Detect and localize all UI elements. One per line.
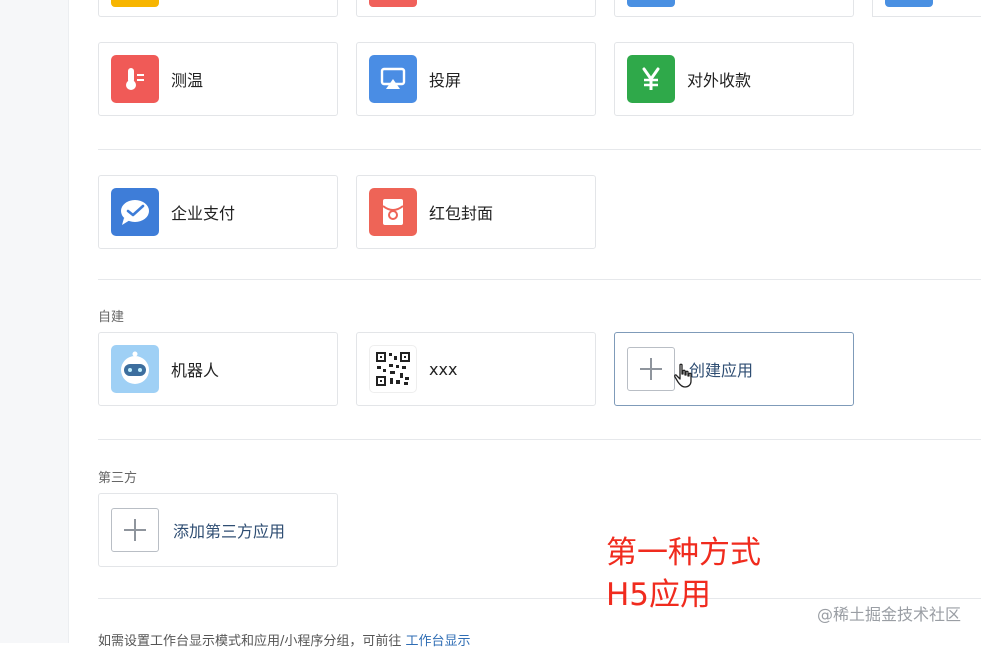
hand-cursor-icon xyxy=(674,363,694,393)
app-card-robot[interactable]: 机器人 xyxy=(98,332,338,406)
app-icon-partial xyxy=(369,0,417,7)
annotation-line-2: H5应用 xyxy=(606,577,712,613)
app-label: xxx xyxy=(429,359,458,379)
app-card-red-packet-cover[interactable]: 红包封面 xyxy=(356,175,596,249)
app-label: 对外收款 xyxy=(687,71,752,90)
app-icon-partial xyxy=(111,0,159,7)
app-card-partial[interactable] xyxy=(356,0,596,17)
app-label: 企业支付 xyxy=(171,204,236,223)
section-title-self-built: 自建 xyxy=(98,310,125,325)
left-sidebar xyxy=(0,0,69,643)
app-card-enterprise-pay[interactable]: 企业支付 xyxy=(98,175,338,249)
qrcode-icon xyxy=(369,345,417,393)
app-card-partial[interactable] xyxy=(872,0,981,17)
footer-hint-text: 如需设置工作台显示模式和应用/小程序分组，可前往 xyxy=(98,634,402,649)
plus-icon xyxy=(111,508,159,552)
red-packet-icon xyxy=(369,188,417,236)
add-third-party-app-button[interactable]: 添加第三方应用 xyxy=(98,493,338,567)
app-label: 红包封面 xyxy=(429,204,494,223)
section-divider xyxy=(98,439,981,440)
thermometer-icon xyxy=(111,55,159,103)
plus-icon xyxy=(627,347,675,391)
app-icon-partial xyxy=(627,0,675,7)
wecom-pay-icon xyxy=(111,188,159,236)
create-app-button[interactable]: 创建应用 xyxy=(614,332,854,406)
annotation-text: 第一种方式 H5应用 xyxy=(606,532,761,616)
section-divider xyxy=(98,598,981,599)
app-card-xxx[interactable]: xxx xyxy=(356,332,596,406)
footer-hint: 如需设置工作台显示模式和应用/小程序分组，可前往 工作台显示 xyxy=(98,630,471,649)
workbench-display-link[interactable]: 工作台显示 xyxy=(406,634,471,649)
section-divider xyxy=(98,149,981,150)
robot-icon xyxy=(111,345,159,393)
screen-cast-icon xyxy=(369,55,417,103)
app-label: 机器人 xyxy=(171,361,220,380)
app-card-partial[interactable] xyxy=(614,0,854,17)
app-label: 测温 xyxy=(171,71,204,90)
app-icon-partial xyxy=(885,0,933,7)
section-title-third-party: 第三方 xyxy=(98,471,138,486)
app-card-screencast[interactable]: 投屏 xyxy=(356,42,596,116)
watermark: @稀土掘金技术社区 xyxy=(816,605,961,624)
create-app-label: 创建应用 xyxy=(689,361,754,380)
add-third-party-label: 添加第三方应用 xyxy=(173,522,286,541)
app-card-payment-collection[interactable]: 对外收款 xyxy=(614,42,854,116)
app-card-partial[interactable] xyxy=(98,0,338,17)
annotation-line-1: 第一种方式 xyxy=(606,535,761,571)
section-divider xyxy=(98,279,981,280)
app-label: 投屏 xyxy=(429,71,462,90)
yen-icon xyxy=(627,55,675,103)
app-card-temperature[interactable]: 测温 xyxy=(98,42,338,116)
